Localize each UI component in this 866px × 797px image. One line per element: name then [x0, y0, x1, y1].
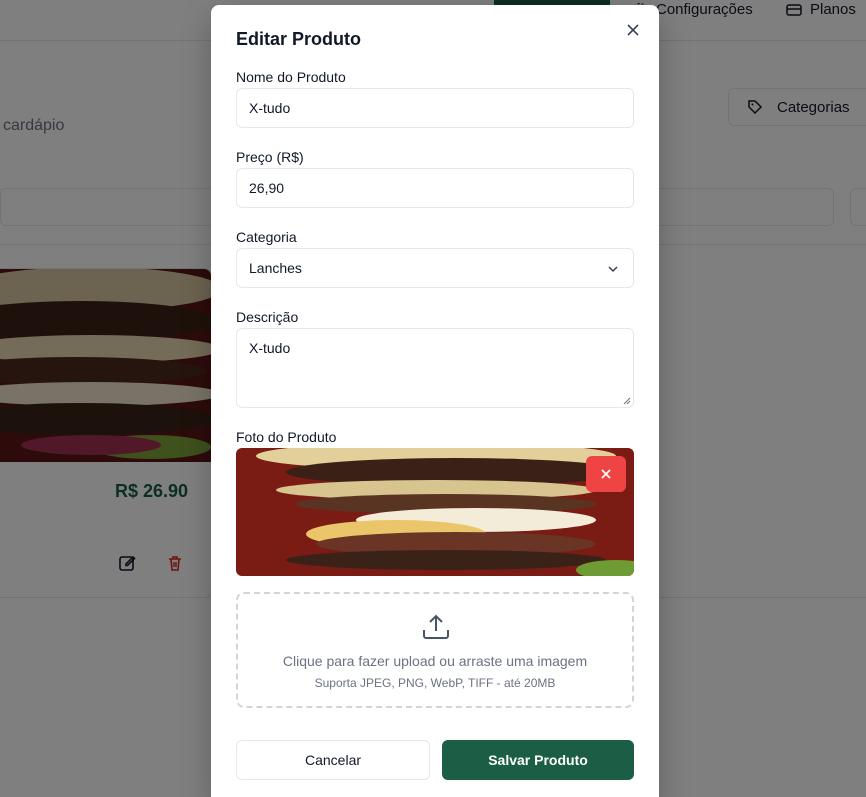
- product-name-input[interactable]: X-tudo: [236, 88, 634, 128]
- product-photo: [236, 448, 634, 576]
- cancel-button[interactable]: Cancelar: [236, 740, 430, 780]
- price-label: Preço (R$): [236, 149, 304, 165]
- save-product-button[interactable]: Salvar Produto: [442, 740, 634, 780]
- description-value: X-tudo: [249, 340, 291, 356]
- name-label: Nome do Produto: [236, 69, 346, 85]
- dialog-title: Editar Produto: [236, 29, 361, 49]
- product-photo-preview: [236, 448, 634, 576]
- category-select[interactable]: Lanches: [236, 248, 634, 288]
- upload-icon: [423, 614, 449, 639]
- upload-dropzone[interactable]: Clique para fazer upload ou arraste uma …: [236, 592, 634, 708]
- price-value: 26,90: [249, 180, 285, 196]
- photo-label: Foto do Produto: [236, 429, 337, 445]
- edit-product-dialog: Editar Produto Nome do Produto X-tudo Pr…: [211, 5, 659, 797]
- description-textarea[interactable]: X-tudo: [236, 328, 634, 408]
- description-label: Descrição: [236, 309, 299, 325]
- category-label: Categoria: [236, 229, 297, 245]
- resize-handle-icon[interactable]: [623, 397, 631, 405]
- close-icon[interactable]: [625, 22, 641, 38]
- category-value: Lanches: [249, 260, 302, 276]
- price-input[interactable]: 26,90: [236, 168, 634, 208]
- upload-formats: Suporta JPEG, PNG, WebP, TIFF - até 20MB: [314, 676, 556, 690]
- product-name-value: X-tudo: [249, 100, 291, 116]
- upload-instructions: Clique para fazer upload ou arraste uma …: [282, 653, 588, 669]
- close-icon: [601, 469, 611, 479]
- chevron-down-icon: [608, 266, 618, 273]
- remove-photo-button[interactable]: [586, 456, 626, 492]
